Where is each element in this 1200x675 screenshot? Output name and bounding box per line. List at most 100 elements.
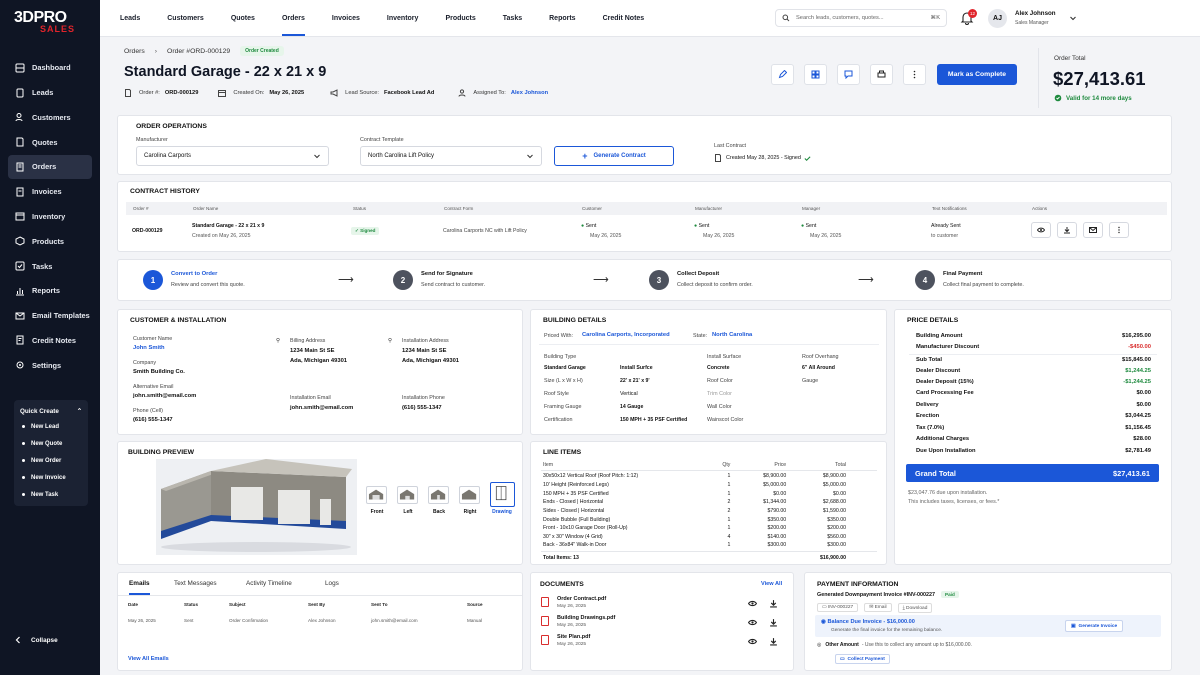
download-icon[interactable]	[769, 637, 778, 646]
mark-complete-button[interactable]: Mark as Complete	[937, 64, 1017, 85]
documents-view-all-link[interactable]: View All	[761, 581, 782, 587]
collapse-button[interactable]: Collapse	[14, 636, 58, 644]
download-icon[interactable]	[769, 618, 778, 627]
invoice-download-chip[interactable]: ⤓ Download	[897, 602, 933, 613]
topnav-credit-notes[interactable]: Credit Notes	[603, 15, 645, 22]
order-link[interactable]: ORD-000129	[132, 228, 163, 234]
sidebar-item-dashboard[interactable]: Dashboard	[8, 56, 92, 80]
tab-logs[interactable]: Logs	[325, 580, 339, 587]
breadcrumb-root[interactable]: Orders	[124, 48, 145, 55]
topnav-orders[interactable]: Orders	[281, 15, 305, 36]
products-icon	[15, 236, 25, 246]
sidebar-item-inventory[interactable]: Inventory	[8, 205, 92, 229]
line-item-qty: 2	[727, 508, 731, 514]
contract-template-select[interactable]: North Carolina Lift Policy	[360, 146, 542, 166]
logo[interactable]: 3DPRO SALES	[14, 10, 75, 34]
eye-icon[interactable]	[748, 618, 757, 627]
company-value: Smith Building Co.	[133, 369, 185, 375]
invoice-id-chip[interactable]: ▭ INV-000227	[817, 603, 859, 612]
view-contract-button[interactable]	[1031, 222, 1051, 238]
topnav-inventory[interactable]: Inventory	[387, 15, 419, 22]
sidebar-item-email-templates[interactable]: Email Templates	[8, 304, 92, 328]
topnav-reports[interactable]: Reports	[549, 15, 575, 22]
assigned-user-link[interactable]: Alex Johnson	[511, 90, 548, 96]
view-right-thumbnail[interactable]	[459, 486, 480, 504]
sidebar-item-reports[interactable]: Reports	[8, 279, 92, 303]
download-contract-button[interactable]	[1057, 222, 1077, 238]
tab-emails[interactable]: Emails	[129, 580, 150, 595]
topnav-leads[interactable]: Leads	[120, 15, 140, 22]
quick-create-new-invoice[interactable]: New Invoice	[20, 469, 82, 486]
document-item[interactable]: Building Drawings.pdf May 26, 2025	[541, 615, 615, 628]
last-contract-value: Created May 28, 2025 - Signed	[726, 155, 801, 161]
view-front-thumbnail[interactable]	[366, 486, 387, 504]
payment-card: PAYMENT INFORMATION Generated Downpaymen…	[804, 572, 1172, 671]
topnav-quotes[interactable]: Quotes	[231, 15, 255, 22]
sidebar-item-leads[interactable]: Leads	[8, 81, 92, 105]
view-all-emails-link[interactable]: View All Emails	[128, 656, 169, 662]
avatar[interactable]: AJ	[988, 9, 1007, 28]
sidebar-item-invoices[interactable]: Invoices	[8, 180, 92, 204]
line-items-header: Item Qty Price Total	[543, 462, 846, 468]
sidebar-item-quotes[interactable]: Quotes	[8, 130, 92, 154]
more-button[interactable]	[903, 64, 926, 85]
print-button[interactable]	[870, 64, 893, 85]
notification-badge: 12	[968, 9, 977, 18]
sidebar-item-tasks[interactable]: Tasks	[8, 254, 92, 278]
email-contract-button[interactable]	[1083, 222, 1103, 238]
view-left-thumbnail[interactable]	[397, 486, 418, 504]
download-icon[interactable]	[769, 599, 778, 608]
generate-contract-button[interactable]: + Generate Contract	[554, 146, 674, 166]
quick-create-new-lead[interactable]: New Lead	[20, 418, 82, 435]
check-circle-icon: ●	[801, 223, 805, 229]
eye-icon[interactable]	[748, 599, 757, 608]
line-item-name: Back - 36x84" Walk-in Door	[543, 542, 607, 548]
topnav-tasks[interactable]: Tasks	[503, 15, 522, 22]
more-actions-button[interactable]	[1109, 222, 1129, 238]
install-phone-label: Installation Phone	[402, 395, 445, 401]
line-item-total: $560.00	[827, 534, 846, 540]
topnav-products[interactable]: Products	[445, 15, 475, 22]
quick-create-new-order[interactable]: New Order	[20, 452, 82, 469]
view-drawing-thumbnail[interactable]	[490, 482, 515, 507]
fees-note: This includes taxes, licenses, or fees.*	[908, 499, 1000, 505]
price-label: Erection	[916, 413, 940, 419]
step-title[interactable]: Convert to Order	[171, 271, 217, 277]
customer-name-link[interactable]: John Smith	[133, 345, 165, 351]
tab-activity-timeline[interactable]: Activity Timeline	[246, 580, 292, 587]
generate-invoice-button[interactable]: ▣ Generate Invoice	[1065, 620, 1124, 632]
building-render-image[interactable]	[156, 459, 357, 555]
collect-payment-button[interactable]: ▭ Collect Payment	[835, 654, 890, 664]
sidebar-item-products[interactable]: Products	[8, 229, 92, 253]
topnav-customers[interactable]: Customers	[167, 15, 204, 22]
quick-create-new-quote[interactable]: New Quote	[20, 435, 82, 452]
radio-selected-icon[interactable]: ◉	[821, 619, 826, 625]
manufacturer-select[interactable]: Carolina Carports	[136, 146, 329, 166]
view-back-thumbnail[interactable]	[428, 486, 449, 504]
step-title[interactable]: Collect Deposit	[677, 271, 719, 277]
sidebar-item-orders[interactable]: Orders	[8, 155, 92, 179]
search-input[interactable]: Search leads, customers, quotes... ⌘K	[775, 9, 947, 27]
eye-icon[interactable]	[748, 637, 757, 646]
document-item[interactable]: Order Contract.pdf May 26, 2025	[541, 596, 606, 609]
document-item[interactable]: Site Plan.pdf May 26, 2025	[541, 634, 590, 647]
message-button[interactable]	[837, 64, 860, 85]
template-label: Contract Template	[360, 137, 404, 143]
quick-create-header[interactable]: Quick Create ⌃	[20, 404, 82, 418]
sidebar-item-settings[interactable]: Settings	[8, 353, 92, 377]
topnav-invoices[interactable]: Invoices	[332, 15, 360, 22]
quick-create-new-task[interactable]: New Task	[20, 486, 82, 503]
sidebar-item-credit-notes[interactable]: Credit Notes	[8, 329, 92, 353]
step-title[interactable]: Send for Signature	[421, 271, 473, 277]
chevron-down-icon[interactable]	[1069, 14, 1077, 22]
inventory-icon	[15, 212, 25, 221]
priced-with-link[interactable]: Carolina Carports, Incorporated	[582, 332, 670, 338]
plus-icon: +	[582, 151, 588, 161]
radio-icon[interactable]: ◎	[817, 642, 821, 648]
tab-text-messages[interactable]: Text Messages	[174, 580, 217, 587]
sidebar-item-customers[interactable]: Customers	[8, 106, 92, 130]
grid-view-button[interactable]	[804, 64, 827, 85]
step-title[interactable]: Final Payment	[943, 271, 982, 277]
edit-button[interactable]	[771, 64, 794, 85]
invoice-email-chip[interactable]: ✉ Email	[864, 603, 892, 612]
